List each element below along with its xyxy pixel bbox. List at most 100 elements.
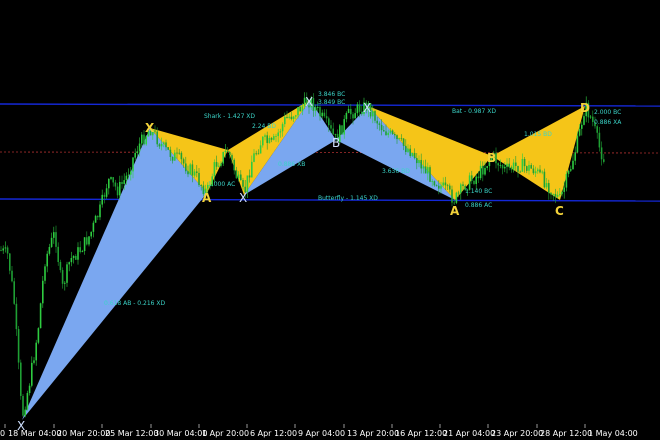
- bd-label-right: 1.015 BD: [524, 131, 552, 138]
- candle-body: [6, 247, 9, 254]
- ac-label-low: 0.886 AC: [465, 202, 492, 209]
- candle-body: [101, 194, 103, 205]
- candle-body: [46, 253, 48, 267]
- ac-label-left: 1.000 AC: [208, 181, 235, 188]
- candle-body: [248, 175, 251, 178]
- bc-label-top1: 3.846 BC: [318, 91, 345, 98]
- candle-body: [31, 362, 33, 386]
- point-x-1: X: [145, 121, 155, 135]
- candle-body: [376, 120, 378, 124]
- candle-body: [444, 182, 447, 186]
- candle-body: [504, 166, 506, 169]
- candle-body: [132, 157, 134, 172]
- point-b-2: B: [487, 151, 496, 165]
- candle-body: [240, 174, 242, 181]
- candle-body: [92, 222, 95, 232]
- candle-body: [281, 124, 284, 132]
- candle-body: [215, 162, 218, 167]
- candle-body: [427, 167, 429, 174]
- candle-body: [50, 237, 53, 247]
- candle-body: [83, 237, 86, 252]
- candle-body: [79, 247, 81, 252]
- candle-body: [11, 270, 13, 282]
- candle-body: [9, 253, 11, 271]
- candle-body: [119, 181, 121, 196]
- price-chart[interactable]: Shark - 1.427 XD Bat - 0.987 XD Butterfl…: [0, 0, 660, 440]
- candle-body: [352, 114, 354, 119]
- candle-body: [125, 175, 128, 181]
- point-x-4: X: [363, 101, 371, 115]
- candle-body: [556, 194, 559, 197]
- candle-body: [596, 126, 598, 133]
- candle-body: [431, 181, 433, 183]
- candle-body: [532, 168, 535, 174]
- candle-body: [273, 136, 275, 140]
- candle-body: [138, 143, 141, 152]
- candle-body: [317, 107, 319, 108]
- candle-body: [290, 116, 293, 119]
- x-tick-label: 23 Apr 20:00: [491, 429, 543, 438]
- axis-edge-label: 0: [0, 429, 5, 438]
- candle-body: [449, 185, 451, 190]
- candle-body: [53, 232, 55, 238]
- x-tick-label: 1 May 04:00: [588, 429, 638, 438]
- candle-body: [380, 124, 383, 131]
- candle-body: [75, 255, 77, 260]
- candle-body: [103, 194, 106, 197]
- x-tick-label: 30 Mar 04:00: [154, 429, 207, 438]
- candle-body: [143, 134, 145, 145]
- candle-body: [433, 181, 436, 186]
- point-x-3: X: [305, 95, 313, 109]
- candle-body: [266, 135, 268, 144]
- candle-body: [440, 185, 442, 189]
- x-tick-label: 18 Mar 04:00: [8, 429, 61, 438]
- candle-body: [526, 166, 528, 171]
- candle-body: [108, 178, 110, 189]
- candle-body: [486, 166, 488, 168]
- candle-body: [268, 137, 271, 144]
- candle-body: [55, 232, 57, 247]
- candle-body: [358, 104, 361, 112]
- candle-body: [576, 135, 579, 153]
- candle-body: [394, 133, 396, 136]
- candle-body: [251, 161, 253, 178]
- candle-body: [398, 138, 400, 140]
- candle-body: [528, 165, 530, 171]
- candle-body: [559, 194, 561, 195]
- candle-body: [165, 142, 167, 148]
- candle-body: [13, 281, 15, 304]
- candle-body: [77, 247, 79, 260]
- candle-body: [198, 172, 200, 186]
- candle-body: [334, 133, 337, 135]
- pattern-triangle-yellow-4: [492, 106, 585, 200]
- shark-label: Shark - 1.427 XD: [204, 113, 255, 120]
- xa-label: 0.886 XA: [594, 119, 622, 126]
- candle-body: [72, 255, 75, 258]
- candle-body: [24, 409, 26, 416]
- candle-body: [191, 164, 194, 176]
- candle-body: [391, 130, 394, 134]
- candle-body: [543, 171, 546, 188]
- point-x-2: X: [239, 191, 247, 205]
- candle-body: [328, 118, 330, 126]
- candle-body: [66, 264, 68, 283]
- candle-body: [116, 186, 119, 196]
- candle-body: [94, 215, 97, 223]
- candle-body: [59, 261, 62, 271]
- candle-body: [295, 115, 297, 117]
- candle-body: [354, 113, 356, 119]
- candle-body: [284, 116, 286, 125]
- candle-body: [127, 174, 130, 176]
- candle-body: [515, 162, 517, 166]
- candle-body: [130, 171, 132, 175]
- candle-body: [537, 169, 539, 172]
- candle-body: [600, 147, 603, 160]
- candle-body: [407, 148, 409, 152]
- candle-body: [457, 192, 460, 194]
- candle-body: [523, 159, 526, 167]
- candle-body: [141, 134, 143, 144]
- x-tick-label: 1 Apr 20:00: [202, 429, 249, 438]
- point-a-1: A: [202, 191, 212, 205]
- candle-body: [383, 130, 385, 132]
- candle-body: [167, 147, 169, 150]
